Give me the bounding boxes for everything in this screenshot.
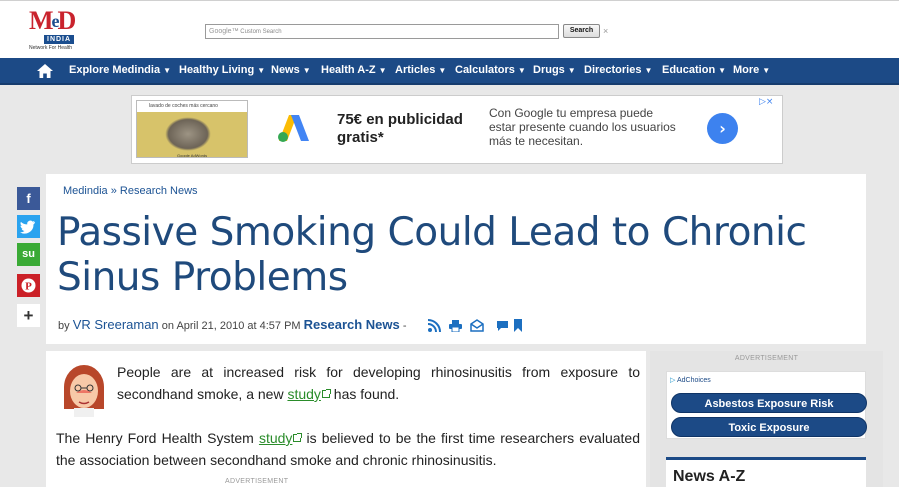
comment-icon[interactable] <box>496 319 509 332</box>
main-nav: Explore Medindia ▼ Healthy Living ▼ News ▼ … <box>0 58 899 85</box>
study-link-2[interactable]: study <box>259 430 292 446</box>
plus-icon[interactable]: + <box>17 304 40 327</box>
nav-directories[interactable]: Directories ▼ <box>584 58 652 83</box>
ad-thumbnail: lavado de coches más cercano Google AdWo… <box>136 100 248 158</box>
article-paragraph-1: People are at increased risk for develop… <box>117 364 640 402</box>
study-link-1[interactable]: study <box>287 386 320 402</box>
logo-india: INDIA <box>44 35 75 44</box>
ad-link-asbestos[interactable]: Asbestos Exposure Risk <box>671 393 867 413</box>
search-placeholder: Custom Search <box>240 29 282 35</box>
pinterest-p-icon: P <box>21 278 36 293</box>
logo-mark: MeD <box>29 6 76 35</box>
google-ads-logo-icon <box>278 115 309 142</box>
external-link-icon <box>321 389 331 398</box>
article-header: Medindia » Research News Passive Smoking… <box>46 174 866 344</box>
ad-thumb-search: lavado de coches más cercano <box>137 101 247 112</box>
ad-headline: 75€ en publicidad gratis* <box>337 111 463 146</box>
byline: by VR Sreeraman on April 21, 2010 at 4:5… <box>58 317 407 334</box>
sidebar-ad-label: ADVERTISEMENT <box>734 355 799 362</box>
home-icon[interactable] <box>37 64 53 78</box>
search-input[interactable]: Google™ Custom Search <box>205 24 559 39</box>
byline-by: by <box>58 320 70 332</box>
nav-calculators[interactable]: Calculators ▼ <box>455 58 526 83</box>
nav-more[interactable]: More ▼ <box>733 58 770 83</box>
news-a-z-panel: News A-Z <box>666 457 866 487</box>
nav-education[interactable]: Education ▼ <box>662 58 726 83</box>
email-icon[interactable] <box>470 319 484 332</box>
ad-body: Con Google tu empresa puede estar presen… <box>489 106 676 148</box>
stumbleupon-icon[interactable]: su <box>17 243 40 266</box>
category-link[interactable]: Research News <box>304 317 400 332</box>
ad-banner[interactable]: lavado de coches más cercano Google AdWo… <box>131 95 783 164</box>
svg-text:P: P <box>25 281 32 293</box>
external-link-icon <box>293 433 303 442</box>
nav-news[interactable]: News ▼ <box>271 58 311 83</box>
article-body: People are at increased risk for develop… <box>46 351 646 487</box>
bookmark-icon[interactable] <box>513 319 526 332</box>
nav-explore-medindia[interactable]: Explore Medindia ▼ <box>69 58 171 83</box>
print-icon[interactable] <box>449 319 462 333</box>
ad-close-icon[interactable]: ▷× <box>759 97 773 107</box>
ad-thumb-image <box>165 117 211 151</box>
breadcrumb-separator: » <box>110 185 117 197</box>
facebook-icon[interactable]: f <box>17 187 40 210</box>
twitter-bird-icon <box>20 220 35 234</box>
author-link[interactable]: VR Sreeraman <box>73 317 159 332</box>
sidebar-ad-box: ▷ AdChoices Asbestos Exposure Risk Toxic… <box>666 371 867 439</box>
nav-health-a-z[interactable]: Health A-Z ▼ <box>321 58 387 83</box>
page-title: Passive Smoking Could Lead to Chronic Si… <box>57 210 807 300</box>
byline-dash: - <box>402 320 407 332</box>
right-sidebar: ADVERTISEMENT ▷ AdChoices Asbestos Expos… <box>650 351 883 487</box>
pinterest-icon[interactable]: P <box>17 274 40 297</box>
search-button[interactable]: Search <box>563 24 600 38</box>
adchoices-link[interactable]: ▷ AdChoices <box>670 376 711 385</box>
publish-date: April 21, 2010 at 4:57 PM <box>176 320 301 332</box>
news-a-z-heading: News A-Z <box>673 468 746 485</box>
breadcrumb-section[interactable]: Research News <box>120 185 198 197</box>
google-label: Google™ <box>209 28 239 35</box>
logo-tagline: Network For Health <box>29 45 73 51</box>
nav-healthy-living[interactable]: Healthy Living ▼ <box>179 58 265 83</box>
twitter-icon[interactable] <box>17 215 40 238</box>
inline-ad-label: ADVERTISEMENT <box>225 478 289 485</box>
medindia-logo[interactable]: MeD INDIA Network For Health <box>29 6 81 52</box>
nav-articles[interactable]: Articles ▼ <box>395 58 446 83</box>
ad-link-toxic-exposure[interactable]: Toxic Exposure <box>671 417 867 437</box>
ad-arrow-button[interactable]: › <box>707 113 738 144</box>
rss-icon[interactable] <box>427 319 441 333</box>
ad-thumb-label: Google AdWords <box>177 153 208 158</box>
nav-drugs[interactable]: Drugs ▼ <box>533 58 576 83</box>
article-paragraph-2: The Henry Ford Health System study is be… <box>56 430 640 468</box>
adchoices-icon: ▷ <box>670 377 676 384</box>
site-header: MeD INDIA Network For Health Google™ Cus… <box>0 0 899 58</box>
breadcrumb-home[interactable]: Medindia <box>63 185 108 197</box>
nose-illustration-icon <box>64 365 104 417</box>
clear-search-icon[interactable]: × <box>603 25 608 37</box>
byline-on: on <box>161 320 174 332</box>
breadcrumb: Medindia » Research News <box>63 184 198 198</box>
